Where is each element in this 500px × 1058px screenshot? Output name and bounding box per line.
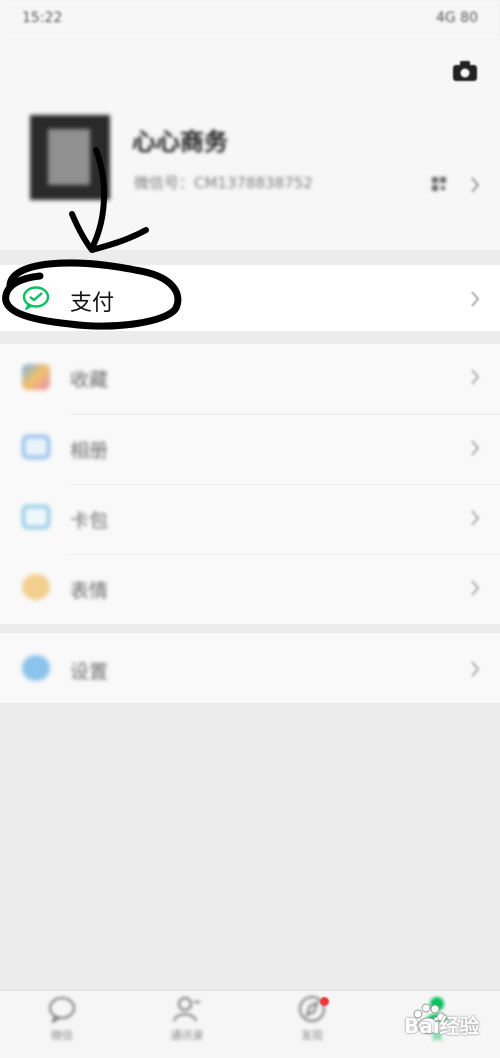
status-bar: 15:22 4G 80 (0, 0, 500, 40)
chevron-right-icon (471, 177, 480, 193)
divider (70, 554, 500, 555)
favorites-icon (22, 364, 50, 390)
contacts-icon (173, 997, 200, 1022)
avatar[interactable] (30, 115, 110, 200)
wechat-id: 微信号：CM1378838752 (134, 174, 313, 192)
emoji-icon (22, 574, 50, 600)
settings-icon (22, 655, 50, 681)
status-indicators: 4G 80 (435, 10, 478, 26)
qr-code-icon[interactable] (432, 177, 446, 191)
chevron-right-icon (471, 369, 480, 385)
chevron-right-icon (471, 291, 480, 307)
baidu-watermark: Bai经验 (384, 1000, 494, 1050)
menu-item-settings[interactable]: 设置 (70, 657, 108, 684)
camera-icon[interactable] (452, 60, 478, 82)
tab-label: 微信 (51, 1029, 73, 1042)
chevron-right-icon (471, 510, 480, 526)
chevron-right-icon (471, 580, 480, 596)
wechat-pay-icon (22, 286, 50, 310)
tab-label: 发现 (301, 1029, 323, 1042)
divider (70, 484, 500, 485)
profile-name: 心心商务 (132, 128, 228, 156)
status-time: 15:22 (22, 10, 63, 26)
tab-label: 通讯录 (170, 1029, 204, 1042)
chat-icon (49, 997, 75, 1023)
tab-discover[interactable]: 发现 (272, 995, 352, 1043)
album-icon (22, 435, 50, 459)
chevron-right-icon (471, 440, 480, 456)
menu-item-emoji[interactable]: 表情 (70, 576, 108, 603)
notification-badge (320, 997, 329, 1006)
menu-item-cards[interactable]: 卡包 (70, 506, 108, 533)
tab-chats[interactable]: 微信 (22, 995, 102, 1043)
divider (70, 414, 500, 415)
chevron-right-icon (471, 661, 480, 677)
menu-item-album[interactable]: 相册 (70, 436, 108, 463)
tab-contacts[interactable]: 通讯录 (147, 995, 227, 1043)
watermark-text: Bai经验 (404, 1014, 480, 1038)
cards-icon (22, 505, 50, 529)
pay-label: 支付 (70, 291, 115, 316)
menu-item-favorites[interactable]: 收藏 (70, 365, 108, 392)
